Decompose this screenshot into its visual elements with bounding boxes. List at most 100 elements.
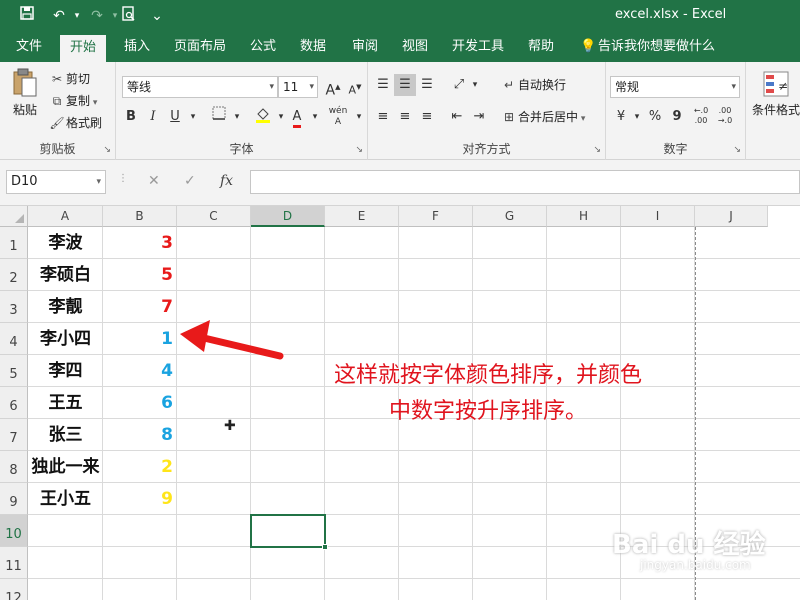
column-header-g[interactable]: G: [473, 206, 547, 227]
cell-b6[interactable]: 6: [103, 387, 177, 419]
column-header-d[interactable]: D: [251, 206, 325, 227]
format-painter-button[interactable]: 🖌格式刷: [48, 114, 102, 132]
cell-b7[interactable]: 8: [103, 419, 177, 451]
increase-indent-icon[interactable]: ⇥: [468, 106, 490, 128]
copy-button[interactable]: ⧉ 复制 ▾: [48, 92, 98, 110]
dialog-launcher-icon[interactable]: ↘: [733, 145, 741, 155]
dialog-launcher-icon[interactable]: ↘: [355, 145, 363, 155]
shrink-font-button[interactable]: A▼: [344, 76, 366, 98]
percent-button[interactable]: %: [644, 106, 666, 128]
cancel-icon[interactable]: ✕: [148, 173, 160, 189]
selected-cell-d10[interactable]: [250, 514, 328, 550]
cell-b9[interactable]: 9: [103, 483, 177, 515]
tab-developer[interactable]: 开发工具: [442, 32, 514, 62]
column-header-e[interactable]: E: [325, 206, 399, 227]
paste-button[interactable]: 粘贴: [8, 68, 42, 118]
dialog-launcher-icon[interactable]: ↘: [103, 145, 111, 155]
align-right-icon[interactable]: ≡: [416, 106, 438, 128]
column-header-i[interactable]: I: [621, 206, 695, 227]
row-header-6[interactable]: 6: [0, 387, 28, 419]
chevron-down-icon[interactable]: ▾: [348, 106, 370, 128]
cell-b8[interactable]: 2: [103, 451, 177, 483]
tab-file[interactable]: 文件: [6, 32, 52, 62]
cell-a4[interactable]: 李小四: [28, 323, 103, 355]
tab-data[interactable]: 数据: [290, 32, 336, 62]
cell-a7[interactable]: 张三: [28, 419, 103, 451]
tab-formulas[interactable]: 公式: [240, 32, 286, 62]
tab-review[interactable]: 审阅: [342, 32, 388, 62]
cell-a6[interactable]: 王五: [28, 387, 103, 419]
chevron-down-icon[interactable]: ▾: [464, 74, 486, 96]
cell-a2[interactable]: 李硕白: [28, 259, 103, 291]
row-header-8[interactable]: 8: [0, 451, 28, 483]
row-header-7[interactable]: 7: [0, 419, 28, 451]
decrease-indent-icon[interactable]: ⇤: [446, 106, 468, 128]
undo-dropdown-icon[interactable]: ▾: [66, 6, 88, 26]
tab-view[interactable]: 视图: [392, 32, 438, 62]
annotation-line-1: 这样就按字体颜色排序，并颜色: [333, 363, 642, 388]
formula-input[interactable]: [250, 170, 800, 194]
italic-button[interactable]: I: [142, 106, 164, 128]
increase-decimal-icon[interactable]: ←.0.00: [690, 106, 712, 128]
tell-me-box[interactable]: 💡 告诉我你想要做什么: [580, 32, 715, 62]
row-header-3[interactable]: 3: [0, 291, 28, 323]
grow-font-button[interactable]: A▲: [322, 76, 344, 99]
tab-insert[interactable]: 插入: [114, 32, 160, 62]
comma-style-button[interactable]: 9: [666, 106, 688, 128]
cell-a3[interactable]: 李靓: [28, 291, 103, 323]
row-header-9[interactable]: 9: [0, 483, 28, 515]
row-header-2[interactable]: 2: [0, 259, 28, 291]
cell-b3[interactable]: 7: [103, 291, 177, 323]
row-header-12[interactable]: 12: [0, 579, 28, 600]
align-bottom-icon[interactable]: ☰: [416, 74, 438, 96]
column-header-a[interactable]: A: [28, 206, 103, 227]
chevron-down-icon[interactable]: ▾: [304, 106, 326, 128]
bold-button[interactable]: B: [120, 106, 142, 128]
phonetic-button[interactable]: wén A: [326, 106, 350, 128]
cut-button[interactable]: ✂ 剪切: [48, 70, 90, 88]
row-header-4[interactable]: 4: [0, 323, 28, 355]
tab-home[interactable]: 开始: [60, 35, 107, 62]
font-family-select[interactable]: 等线 ▾: [122, 76, 278, 98]
tab-page-layout[interactable]: 页面布局: [164, 32, 236, 62]
print-preview-icon[interactable]: [118, 6, 140, 26]
column-header-b[interactable]: B: [103, 206, 177, 227]
conditional-format-button[interactable]: ≠ 条件格式: [752, 70, 800, 118]
row-header-5[interactable]: 5: [0, 355, 28, 387]
enter-icon[interactable]: ✓: [184, 173, 196, 189]
column-header-j[interactable]: J: [695, 206, 768, 227]
align-left-icon[interactable]: ≡: [372, 106, 394, 128]
tab-help[interactable]: 帮助: [518, 32, 564, 62]
align-middle-icon[interactable]: ☰: [394, 74, 416, 96]
select-all-button[interactable]: [0, 206, 28, 227]
cell-a8[interactable]: 独此一来: [28, 451, 103, 483]
dialog-launcher-icon[interactable]: ↘: [593, 145, 601, 155]
cell-b4[interactable]: 1: [103, 323, 177, 355]
cell-a1[interactable]: 李波: [28, 227, 103, 259]
save-icon[interactable]: [16, 6, 38, 26]
column-header-h[interactable]: H: [547, 206, 621, 227]
align-top-icon[interactable]: ☰: [372, 74, 394, 96]
column-header-c[interactable]: C: [177, 206, 251, 227]
number-format-select[interactable]: 常规 ▾: [610, 76, 740, 98]
font-size-select[interactable]: 11 ▾: [278, 76, 318, 98]
merge-center-button[interactable]: ⊞ 合并后居中 ▾: [500, 108, 585, 126]
decrease-decimal-icon[interactable]: .00 →.0: [714, 106, 736, 128]
cell-a5[interactable]: 李四: [28, 355, 103, 387]
insert-function-button[interactable]: fx: [220, 173, 233, 189]
cell-b5[interactable]: 4: [103, 355, 177, 387]
name-box[interactable]: D10 ▾: [6, 170, 106, 194]
row-header-10[interactable]: 10: [0, 515, 28, 547]
row-header-1[interactable]: 1: [0, 227, 28, 259]
cell-b2[interactable]: 5: [103, 259, 177, 291]
cell-a9[interactable]: 王小五: [28, 483, 103, 515]
customize-toolbar-icon[interactable]: ⌄: [146, 6, 168, 26]
chevron-down-icon[interactable]: ▾: [182, 106, 204, 128]
fill-handle[interactable]: [322, 544, 328, 550]
chevron-down-icon[interactable]: ▾: [226, 106, 248, 128]
row-header-11[interactable]: 11: [0, 547, 28, 579]
align-center-icon[interactable]: ≡: [394, 106, 416, 128]
wrap-text-button[interactable]: ↵ 自动换行: [500, 76, 566, 94]
column-header-f[interactable]: F: [399, 206, 473, 227]
cell-b1[interactable]: 3: [103, 227, 177, 259]
